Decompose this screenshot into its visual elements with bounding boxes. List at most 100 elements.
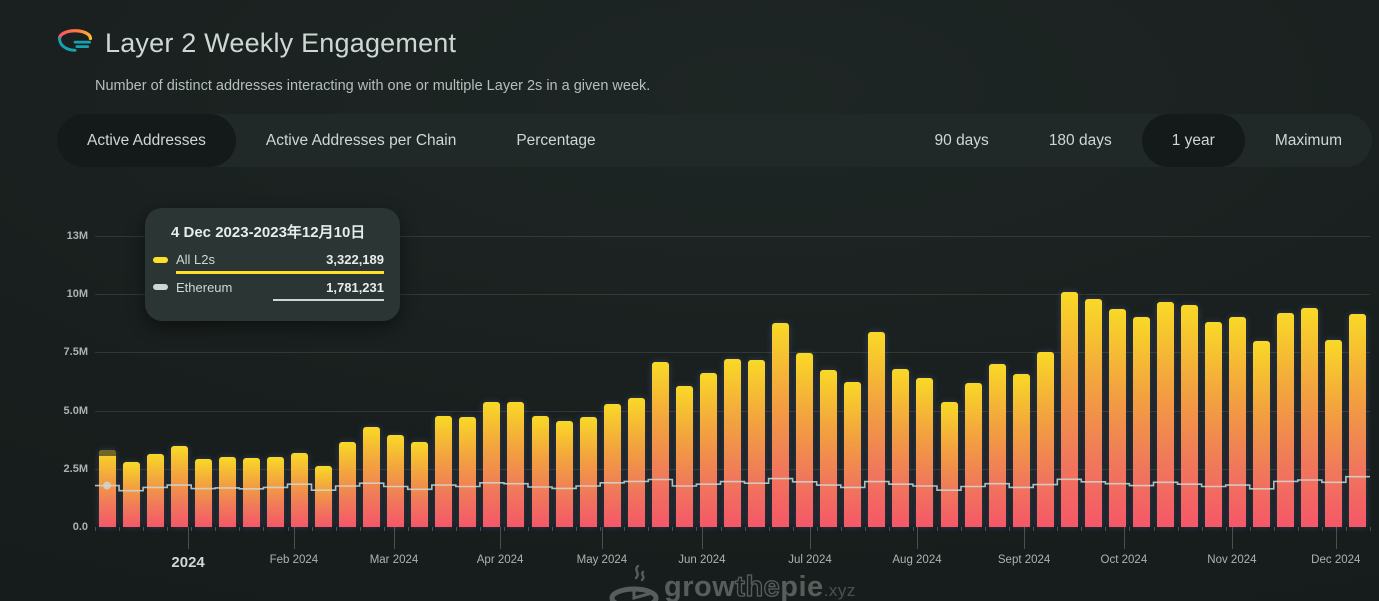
x-tick-week bbox=[95, 527, 96, 531]
y-axis-label: 7.5M bbox=[33, 346, 88, 358]
bar-week-19[interactable] bbox=[532, 416, 549, 527]
page-subtitle: Number of distinct addresses interacting… bbox=[95, 78, 650, 94]
bar-week-10[interactable] bbox=[315, 466, 332, 527]
growthepie-watermark: growthepie.xyz bbox=[608, 562, 856, 601]
timespan-180-days[interactable]: 180 days bbox=[1019, 114, 1142, 167]
y-gridline bbox=[95, 352, 1370, 353]
x-tick-week bbox=[889, 527, 890, 531]
bar-week-50[interactable] bbox=[1277, 313, 1294, 527]
bar-week-29[interactable] bbox=[772, 323, 789, 527]
x-axis-label-aug-2024: Aug 2024 bbox=[892, 554, 941, 566]
y-axis-label: 5.0M bbox=[33, 405, 88, 417]
x-axis-label-jul-2024: Jul 2024 bbox=[788, 554, 831, 566]
bar-week-20[interactable] bbox=[556, 421, 573, 527]
x-tick-week bbox=[1105, 527, 1106, 531]
bar-week-18[interactable] bbox=[507, 402, 524, 527]
bar-week-34[interactable] bbox=[892, 369, 909, 527]
bar-week-53[interactable] bbox=[1349, 314, 1366, 527]
x-tick-week bbox=[336, 527, 337, 531]
bar-week-15[interactable] bbox=[435, 416, 452, 527]
bar-week-39[interactable] bbox=[1013, 374, 1030, 527]
bar-week-46[interactable] bbox=[1181, 305, 1198, 527]
x-axis-label-may-2024: May 2024 bbox=[577, 554, 628, 566]
x-tick-week bbox=[456, 527, 457, 531]
y-axis-label: 10M bbox=[33, 288, 88, 300]
bar-week-52[interactable] bbox=[1325, 340, 1342, 527]
bar-week-30[interactable] bbox=[796, 353, 813, 527]
bar-week-1[interactable] bbox=[99, 450, 116, 527]
bar-week-48[interactable] bbox=[1229, 317, 1246, 527]
bar-week-13[interactable] bbox=[387, 435, 404, 527]
x-tick-week bbox=[528, 527, 529, 531]
tab-active-addresses[interactable]: Active Addresses bbox=[57, 114, 236, 167]
bar-week-5[interactable] bbox=[195, 459, 212, 527]
bar-week-2[interactable] bbox=[123, 462, 140, 527]
weekly-engagement-chart: growthepie.xyz 4 Dec 2023-2023年12月10日 Al… bbox=[0, 200, 1379, 601]
bar-week-42[interactable] bbox=[1085, 299, 1102, 527]
bar-week-21[interactable] bbox=[580, 417, 597, 527]
x-tick-week bbox=[119, 527, 120, 531]
x-tick-week bbox=[961, 527, 962, 531]
x-tick-week bbox=[985, 527, 986, 531]
x-tick-week bbox=[865, 527, 866, 531]
bar-week-7[interactable] bbox=[243, 458, 260, 527]
x-tick-month bbox=[294, 527, 295, 549]
bar-week-40[interactable] bbox=[1037, 352, 1054, 527]
bar-week-9[interactable] bbox=[291, 453, 308, 527]
bar-week-26[interactable] bbox=[700, 373, 717, 527]
series-name: All L2s bbox=[176, 252, 326, 267]
series-color-swatch bbox=[153, 284, 168, 290]
x-tick-week bbox=[1226, 527, 1227, 531]
bar-week-3[interactable] bbox=[147, 454, 164, 527]
y-axis-label: 13M bbox=[33, 230, 88, 242]
bar-week-36[interactable] bbox=[941, 402, 958, 527]
page-title: Layer 2 Weekly Engagement bbox=[105, 28, 456, 59]
bar-week-24[interactable] bbox=[652, 362, 669, 527]
bar-week-49[interactable] bbox=[1253, 341, 1270, 527]
bar-week-44[interactable] bbox=[1133, 317, 1150, 527]
bar-week-17[interactable] bbox=[483, 402, 500, 527]
bar-week-43[interactable] bbox=[1109, 309, 1126, 527]
bar-week-16[interactable] bbox=[459, 417, 476, 527]
bar-week-11[interactable] bbox=[339, 442, 356, 527]
bar-week-51[interactable] bbox=[1301, 308, 1318, 527]
bar-week-47[interactable] bbox=[1205, 322, 1222, 527]
bar-week-28[interactable] bbox=[748, 360, 765, 527]
bar-week-37[interactable] bbox=[965, 383, 982, 527]
bar-week-4[interactable] bbox=[171, 446, 188, 527]
bar-week-25[interactable] bbox=[676, 386, 693, 527]
bar-week-32[interactable] bbox=[844, 382, 861, 527]
bar-week-38[interactable] bbox=[989, 364, 1006, 527]
x-tick-week bbox=[1346, 527, 1347, 531]
x-tick-week bbox=[769, 527, 770, 531]
timespan-1-year[interactable]: 1 year bbox=[1142, 114, 1245, 167]
bar-week-23[interactable] bbox=[628, 398, 645, 527]
bar-week-8[interactable] bbox=[267, 457, 284, 527]
timespan-maximum[interactable]: Maximum bbox=[1245, 114, 1372, 167]
x-tick-month bbox=[1336, 527, 1337, 549]
x-axis-label-jun-2024: Jun 2024 bbox=[678, 554, 725, 566]
x-tick-month bbox=[1232, 527, 1233, 549]
controls-bar: Active AddressesActive Addresses per Cha… bbox=[57, 114, 1372, 167]
x-tick-week bbox=[937, 527, 938, 531]
x-tick-month bbox=[810, 527, 811, 549]
bar-week-33[interactable] bbox=[868, 332, 885, 527]
tab-percentage[interactable]: Percentage bbox=[486, 114, 625, 167]
tab-active-addresses-per-chain[interactable]: Active Addresses per Chain bbox=[236, 114, 486, 167]
bar-week-22[interactable] bbox=[604, 404, 621, 527]
bar-week-27[interactable] bbox=[724, 359, 741, 527]
timespan-90-days[interactable]: 90 days bbox=[905, 114, 1019, 167]
bar-week-41[interactable] bbox=[1061, 292, 1078, 527]
x-tick-week bbox=[696, 527, 697, 531]
bar-week-12[interactable] bbox=[363, 427, 380, 527]
x-tick-week bbox=[913, 527, 914, 531]
bar-week-45[interactable] bbox=[1157, 302, 1174, 527]
bar-week-14[interactable] bbox=[411, 442, 428, 527]
bar-week-35[interactable] bbox=[916, 378, 933, 527]
bar-week-6[interactable] bbox=[219, 457, 236, 527]
growthepie-logo-icon bbox=[55, 26, 95, 60]
x-tick-month bbox=[500, 527, 501, 549]
x-tick-week bbox=[432, 527, 433, 531]
x-tick-week bbox=[1129, 527, 1130, 531]
bar-week-31[interactable] bbox=[820, 370, 837, 527]
